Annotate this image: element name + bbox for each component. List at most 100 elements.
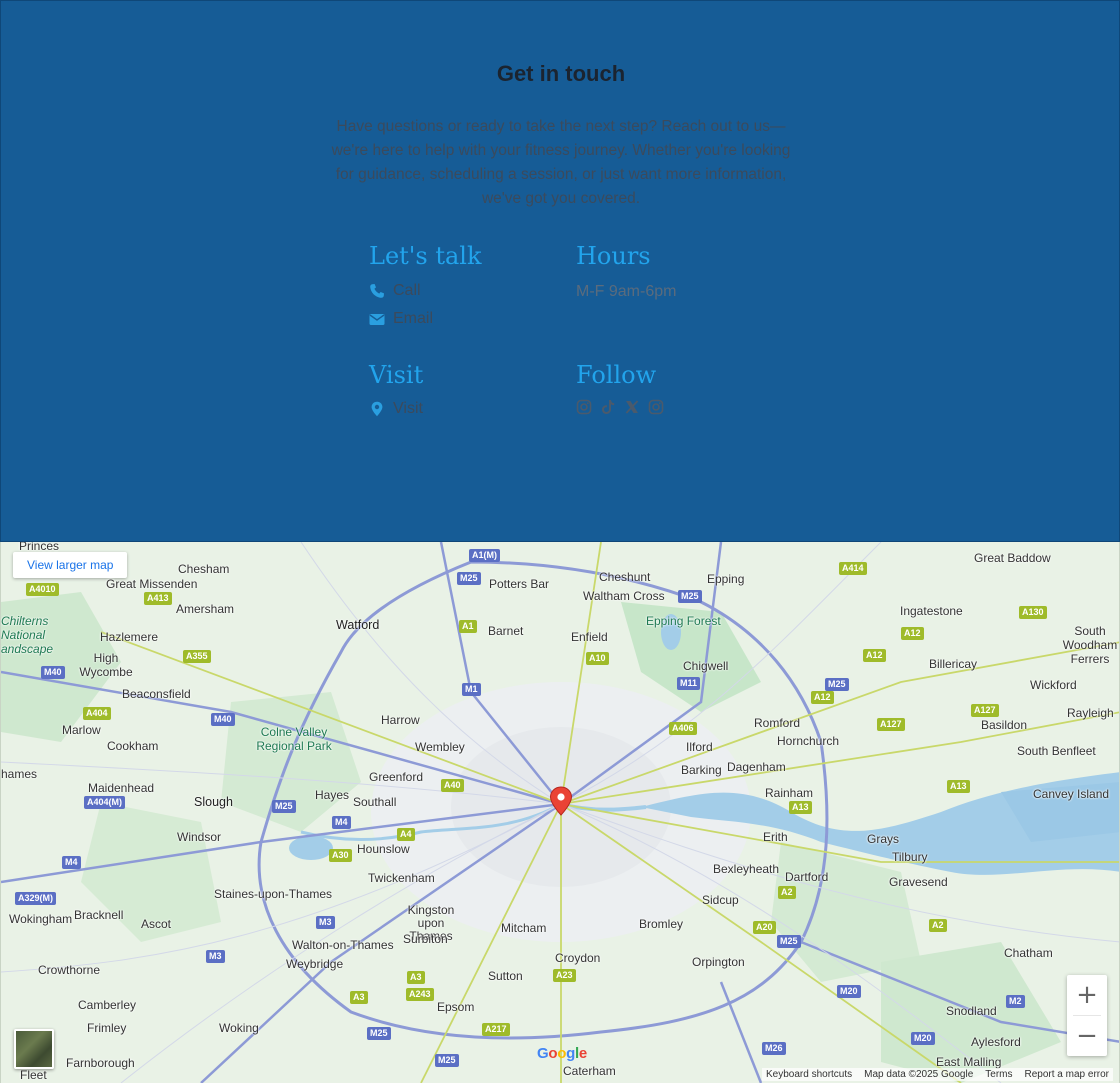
road-shield: M40 [211,713,235,726]
road-shield: A414 [839,562,867,575]
map-label: Chatham [1004,946,1053,960]
road-shield: M1 [462,683,481,696]
map-label: Ingatestone [900,604,963,618]
map-label: Harrow [381,713,420,727]
road-shield: A23 [553,969,576,982]
map-label: Tilbury [892,850,928,864]
road-shield: A30 [329,849,352,862]
map-label: Canvey Island [1033,787,1110,801]
map-label: Chilterns National andscape [1,614,54,656]
map-label: Maidenhead [88,781,155,795]
road-shield: M11 [677,677,701,690]
follow-heading: Follow [576,361,657,389]
road-shield: M25 [272,800,296,813]
map-data-text: Map data ©2025 Google [864,1069,974,1080]
instagram-icon[interactable] [648,399,664,415]
map-label: Erith [763,830,788,844]
map-label: Southall [353,795,397,809]
map-label: Barnet [488,624,524,638]
call-link[interactable]: Call [369,282,421,300]
map-label: Bromley [639,917,684,931]
road-shield: M4 [332,816,351,829]
map-label: Rainham [765,786,814,800]
map-label: Enfield [571,630,608,644]
road-shield: A404(M) [84,796,126,809]
map-label: Weybridge [286,957,344,971]
road-shield: M3 [206,950,225,963]
map-label: Aylesford [971,1035,1021,1049]
map-label: Walton-on-Thames [292,938,394,952]
road-shield: M20 [837,985,861,998]
visit-label: Visit [393,400,423,417]
road-shield: A4 [397,828,415,841]
road-shield: A3 [407,971,425,984]
map-label: South Benfleet [1017,744,1096,758]
page-title: Get in touch [496,61,626,86]
road-shield: A413 [144,592,172,605]
map-marker-icon[interactable] [549,786,573,821]
map-label: Ascot [141,917,172,931]
map-label: Fleet [20,1068,47,1082]
map-label: Cookham [107,739,159,753]
map-label: Billericay [929,657,978,671]
map-label: Surbiton [403,932,448,946]
map-label: Bexleyheath [713,862,780,876]
road-shield: M4 [62,856,81,869]
road-shield: A406 [669,722,697,735]
report-error-link[interactable]: Report a map error [1025,1069,1109,1080]
map-label: Amersham [176,602,235,616]
road-shield: A4010 [26,583,59,596]
road-shield: A3 [350,991,368,1004]
email-label: Email [393,310,434,327]
map-label: Camberley [78,998,137,1012]
road-shield: M2 [1006,995,1025,1008]
road-shield: A12 [863,649,886,662]
map-label: Hazlemere [100,630,159,644]
map-label: Epping Forest [646,614,721,628]
map-label: Croydon [555,951,601,965]
map-label: Slough [194,795,233,809]
map-attribution: Keyboard shortcuts Map data ©2025 Google… [761,1068,1113,1081]
road-shield: A13 [789,801,812,814]
map-label: Barking [681,763,722,777]
map-label: Hornchurch [777,734,840,748]
zoom-in-button[interactable]: + [1067,975,1107,1015]
road-shield: A329(M) [15,892,57,905]
terms-link[interactable]: Terms [985,1069,1012,1080]
view-larger-map-link[interactable]: View larger map [13,552,128,578]
map-label: Farnborough [66,1056,135,1070]
social-links [576,399,664,415]
map-label: Epsom [437,1000,475,1014]
zoom-out-button[interactable]: − [1067,1016,1107,1056]
map-label: Great Missenden [106,577,198,591]
road-shield: A1(M) [469,549,500,562]
road-shield: A2 [929,919,947,932]
instagram-icon[interactable] [576,399,592,415]
map-label: Hayes [315,788,350,802]
road-shield: M25 [825,678,849,691]
map-embed[interactable]: View larger map Princes Great Missenden … [0,542,1120,1083]
map-label: Snodland [946,1004,997,1018]
map-label: Dartford [785,870,829,884]
map-label: Crowthorne [38,963,101,977]
road-shield: M40 [41,666,65,679]
keyboard-shortcuts-link[interactable]: Keyboard shortcuts [766,1069,852,1080]
tiktok-icon[interactable] [600,399,616,415]
contact-section: Get in touch Have questions or ready to … [0,0,1120,542]
envelope-icon [369,311,385,327]
map-label: South Woodham Ferrers [1062,624,1118,666]
road-shield: A2 [778,886,796,899]
map-label: Waltham Cross [583,589,665,603]
road-shield: A127 [971,704,999,717]
map-label: Bracknell [74,908,124,922]
email-link[interactable]: Email [369,310,433,328]
satellite-toggle-button[interactable] [14,1029,54,1069]
x-icon[interactable] [624,399,640,415]
visit-link[interactable]: Visit [369,400,423,418]
hours-heading: Hours [576,242,651,270]
road-shield: M25 [457,572,481,585]
google-logo: Google [537,1045,587,1062]
road-shield: M20 [911,1032,935,1045]
map-label: Watford [336,618,380,632]
road-shield: A20 [753,921,776,934]
